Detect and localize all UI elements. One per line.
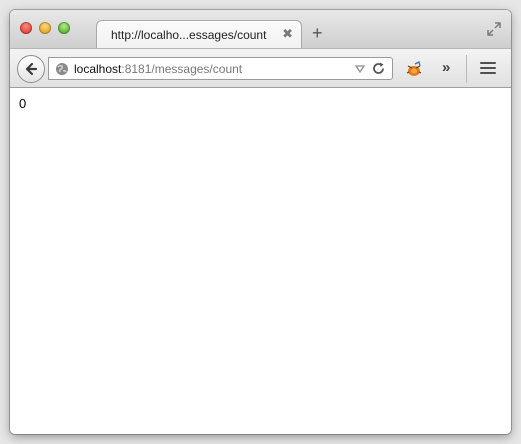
bug-addon-icon[interactable]	[404, 60, 424, 78]
toolbar-separator	[466, 55, 467, 83]
tab-title: http://localho...essages/count	[111, 28, 267, 42]
browser-window: http://localho...essages/count ✖ + local…	[10, 10, 511, 434]
toolbar-overflow-button[interactable]: »	[442, 59, 451, 76]
chevron-down-icon[interactable]	[355, 65, 365, 73]
url-bar[interactable]: localhost:8181/messages/count	[48, 57, 393, 80]
url-path: :8181/messages/count	[121, 62, 243, 76]
tab-strip: http://localho...essages/count ✖ +	[10, 10, 511, 49]
response-text: 0	[19, 96, 27, 111]
back-arrow-icon	[25, 62, 38, 76]
page-content: 0	[10, 88, 511, 434]
url-host: localhost	[74, 62, 122, 76]
reload-icon[interactable]	[371, 61, 386, 76]
globe-icon	[56, 63, 68, 75]
fullscreen-icon[interactable]	[487, 22, 501, 36]
tab-active[interactable]: http://localho...essages/count ✖	[96, 20, 302, 49]
url-text[interactable]: localhost:8181/messages/count	[74, 62, 242, 76]
back-button[interactable]	[17, 55, 45, 83]
tab-close-icon[interactable]: ✖	[282, 26, 293, 42]
new-tab-button[interactable]: +	[312, 24, 323, 42]
navigation-toolbar: localhost:8181/messages/count »	[10, 48, 511, 88]
hamburger-menu-icon[interactable]	[480, 62, 496, 76]
window-maximize-button[interactable]	[58, 22, 70, 34]
window-minimize-button[interactable]	[39, 22, 51, 34]
window-close-button[interactable]	[20, 22, 32, 34]
